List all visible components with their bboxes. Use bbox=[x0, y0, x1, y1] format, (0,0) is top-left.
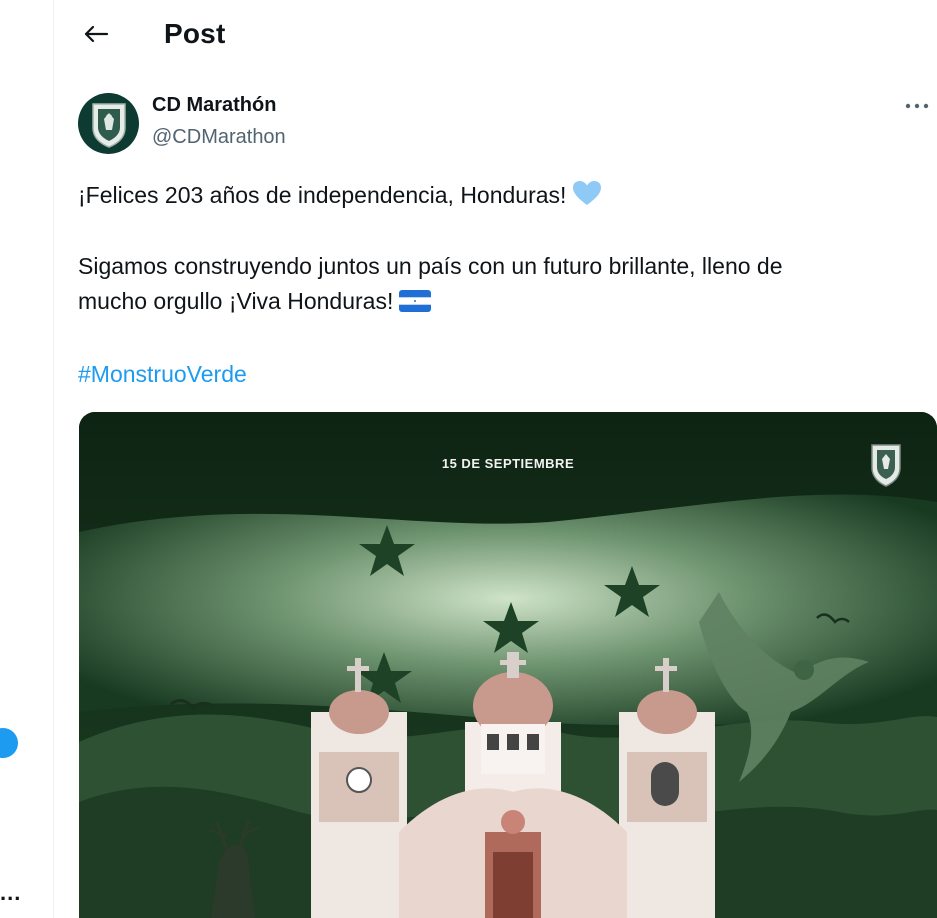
blue-heart-icon bbox=[572, 180, 602, 212]
author-handle[interactable]: @CDMarathon bbox=[152, 126, 286, 149]
post-media-image[interactable]: 15 DE SEPTIEMBRE bbox=[79, 412, 937, 918]
arrow-left-icon bbox=[84, 25, 109, 43]
club-crest-icon bbox=[871, 444, 901, 487]
page-title: Post bbox=[164, 18, 226, 49]
post-text-line: mucho orgullo ¡Viva Honduras! bbox=[78, 288, 432, 318]
club-crest-icon bbox=[91, 102, 126, 148]
column-divider bbox=[53, 0, 54, 918]
rail-more-button[interactable]: ... bbox=[0, 880, 21, 906]
honduras-flag-icon bbox=[399, 290, 432, 318]
left-rail: ... bbox=[0, 0, 54, 918]
post-text-line1: ¡Felices 203 años de independencia, Hond… bbox=[78, 182, 567, 208]
hashtag-link[interactable]: #MonstruoVerde bbox=[78, 361, 247, 388]
media-illustration bbox=[79, 412, 937, 918]
back-button[interactable] bbox=[80, 16, 112, 52]
rail-post-button[interactable] bbox=[0, 728, 18, 758]
media-caption: 15 DE SEPTIEMBRE bbox=[441, 456, 575, 471]
post-text-line2: Sigamos construyendo juntos un país con … bbox=[78, 253, 783, 279]
more-horizontal-icon bbox=[905, 103, 929, 109]
post-text-line: ¡Felices 203 años de independencia, Hond… bbox=[78, 180, 602, 212]
post-header: Post bbox=[54, 0, 937, 70]
post-text-line3: mucho orgullo ¡Viva Honduras! bbox=[78, 288, 394, 314]
author-display-name[interactable]: CD Marathón bbox=[152, 94, 276, 117]
more-options-button[interactable] bbox=[905, 90, 929, 116]
avatar[interactable] bbox=[78, 93, 139, 154]
